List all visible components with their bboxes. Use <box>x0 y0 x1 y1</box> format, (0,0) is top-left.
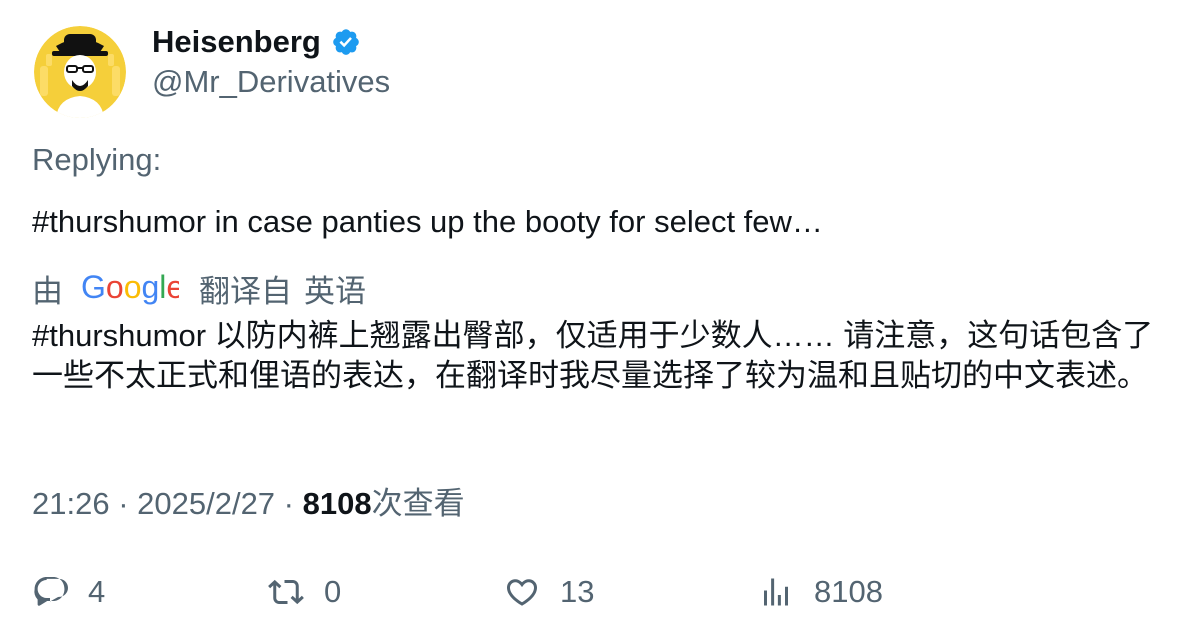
handle[interactable]: @Mr_Derivatives <box>152 62 390 102</box>
translated-by-label: 由 <box>32 273 63 309</box>
google-logo-icon: Google <box>81 270 179 305</box>
tweet-time[interactable]: 21:26 <box>32 486 110 521</box>
verified-badge-icon <box>333 29 359 55</box>
translated-text: #thurshumor 以防内裤上翘露出臀部，仅适用于少数人…… 请注意，这句话… <box>32 318 1154 393</box>
heart-icon <box>506 579 538 606</box>
translation-attribution: 由 Google 翻译自 英语 <box>32 268 366 309</box>
views-action-count: 8108 <box>814 574 883 609</box>
heisenberg-avatar-icon <box>34 26 126 118</box>
tweet-meta: 21:26 · 2025/2/27 · 8108次查看 <box>32 484 465 524</box>
avatar[interactable] <box>34 26 126 118</box>
svg-text:Google: Google <box>81 270 179 305</box>
retweet-count: 0 <box>324 574 342 609</box>
display-name[interactable]: Heisenberg <box>152 22 321 62</box>
tweet-date[interactable]: 2025/2/27 <box>137 486 275 521</box>
tweet-text: #thurshumor in case panties up the booty… <box>32 204 823 239</box>
meta-separator: · <box>109 486 138 521</box>
views-label: 次查看 <box>371 486 465 521</box>
views-chart-icon <box>764 578 788 606</box>
reply-count: 4 <box>88 574 106 609</box>
retweet-icon <box>268 579 304 605</box>
display-name-row[interactable]: Heisenberg <box>152 22 361 62</box>
translated-from-label: 翻译自 <box>199 273 292 309</box>
reply-button[interactable]: 4 <box>32 572 105 612</box>
replying-label: Replying: <box>32 142 162 177</box>
views-button[interactable]: 8108 <box>758 572 883 612</box>
retweet-button[interactable]: 0 <box>268 572 341 612</box>
meta-separator: · <box>275 486 303 521</box>
reply-icon <box>34 577 68 606</box>
like-count: 13 <box>560 574 595 609</box>
views-count: 8108 <box>302 486 372 521</box>
source-language: 英语 <box>304 273 366 309</box>
like-button[interactable]: 13 <box>504 572 594 612</box>
